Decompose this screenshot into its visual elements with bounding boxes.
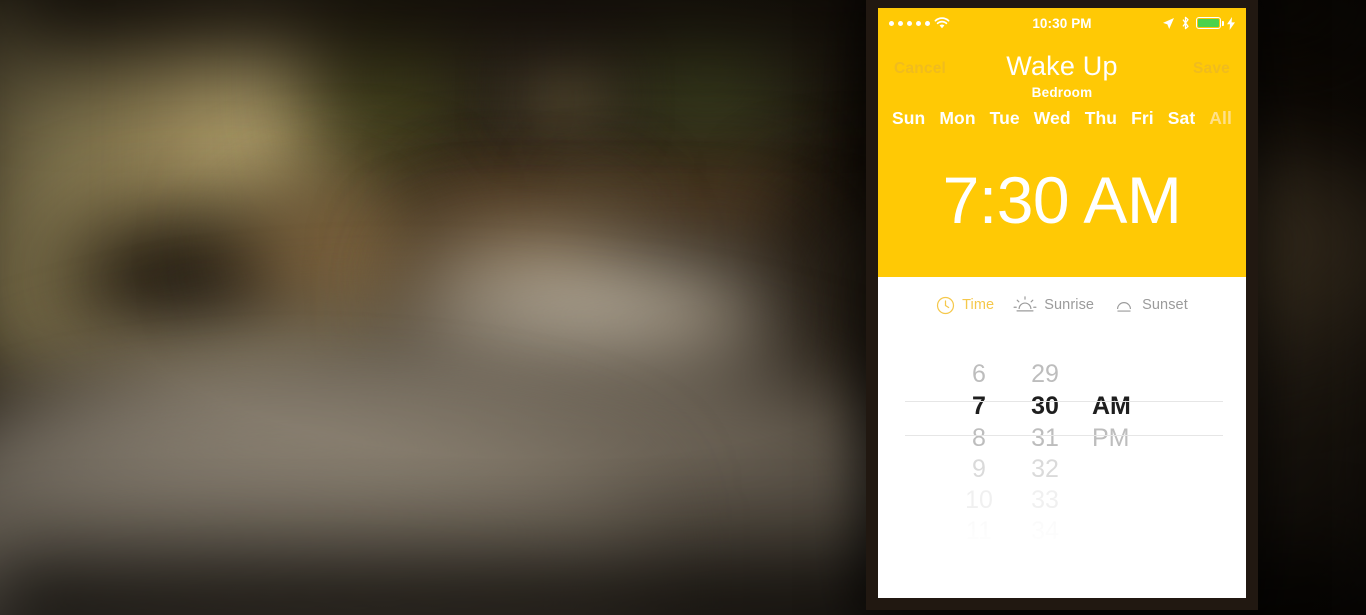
picker-minute: 33	[1031, 486, 1059, 514]
alarm-body-panel: Time Sunrise Sunset 6 29 7 30 AM 8 31 PM…	[878, 277, 1246, 563]
status-bar-right	[1162, 16, 1235, 30]
picker-hour: 9	[972, 455, 986, 483]
signal-dot-icon	[889, 20, 894, 26]
time-picker[interactable]: 6 29 7 30 AM 8 31 PM 9 32 10 33 11 34	[878, 359, 1246, 563]
save-button[interactable]: Save	[1193, 50, 1230, 78]
picker-ampm-selected: AM	[1092, 392, 1131, 420]
sunset-icon	[1117, 302, 1132, 312]
picker-minute: 32	[1031, 455, 1059, 483]
picker-row[interactable]: 11 34	[878, 516, 1246, 547]
status-bar: 10:30 PM	[878, 8, 1246, 38]
picker-divider-bottom	[905, 435, 1223, 436]
day-toggle-sat[interactable]: Sat	[1168, 108, 1196, 129]
alarm-header-panel: Cancel Wake Up Bedroom Save Sun Mon Tue …	[878, 38, 1246, 277]
picker-hour: 8	[972, 424, 986, 452]
mode-option-time[interactable]: Time	[936, 296, 994, 315]
bluetooth-icon	[1182, 16, 1189, 30]
location-arrow-icon	[1163, 17, 1174, 29]
picker-divider-top	[905, 401, 1223, 402]
picker-hour: 11	[966, 517, 992, 545]
mode-label-time: Time	[962, 297, 995, 313]
mode-option-sunrise[interactable]: Sunrise	[1013, 295, 1094, 315]
signal-dot-icon	[916, 20, 921, 26]
mode-label-sunrise: Sunrise	[1044, 297, 1095, 313]
picker-ampm: PM	[1092, 424, 1130, 452]
day-toggle-wed[interactable]: Wed	[1034, 108, 1071, 129]
day-toggle-all[interactable]: All	[1209, 108, 1232, 129]
cancel-button[interactable]: Cancel	[894, 50, 946, 78]
lightning-bolt-icon	[1227, 16, 1235, 30]
signal-dot-icon	[907, 20, 912, 26]
day-toggle-mon[interactable]: Mon	[939, 108, 975, 129]
picker-row[interactable]: 9 32	[878, 454, 1246, 485]
signal-dot-icon	[898, 20, 903, 26]
picker-row-selected[interactable]: 7 30 AM	[878, 390, 1246, 423]
picker-row[interactable]: 8 31 PM	[878, 423, 1246, 454]
picker-hour: 10	[965, 486, 993, 514]
day-toggle-sun[interactable]: Sun	[892, 108, 925, 129]
day-toggle-fri[interactable]: Fri	[1131, 108, 1154, 129]
picker-row[interactable]: 6 29	[878, 359, 1246, 390]
mode-selector: Time Sunrise Sunset	[878, 277, 1246, 315]
picker-minute: 34	[1031, 517, 1059, 545]
status-bar-left	[889, 17, 950, 29]
picker-minute: 31	[1031, 424, 1059, 452]
picker-minute-selected: 30	[1031, 392, 1059, 420]
day-toggle-tue[interactable]: Tue	[990, 108, 1020, 129]
sunrise-icon	[1013, 296, 1037, 312]
wifi-icon	[934, 17, 950, 29]
mode-option-sunset[interactable]: Sunset	[1113, 295, 1188, 315]
picker-hour: 6	[972, 360, 986, 388]
battery-icon	[1196, 17, 1224, 29]
picker-minute: 29	[1031, 360, 1059, 388]
day-toggle-thu[interactable]: Thu	[1085, 108, 1117, 129]
day-selector: Sun Mon Tue Wed Thu Fri Sat All	[878, 96, 1246, 129]
navigation-bar: Cancel Wake Up Bedroom Save	[878, 38, 1246, 100]
alarm-time-display: 7:30 AM	[942, 163, 1182, 237]
signal-dot-icon	[925, 20, 930, 26]
picker-hour-selected: 7	[972, 392, 986, 420]
mode-label-sunset: Sunset	[1142, 297, 1188, 313]
phone-screen: 10:30 PM Cancel Wake Up Bedroom Save Sun…	[878, 8, 1246, 598]
picker-row[interactable]: 10 33	[878, 485, 1246, 516]
screenshot-stage: 10:30 PM Cancel Wake Up Bedroom Save Sun…	[0, 0, 1366, 615]
clock-icon	[937, 296, 955, 314]
